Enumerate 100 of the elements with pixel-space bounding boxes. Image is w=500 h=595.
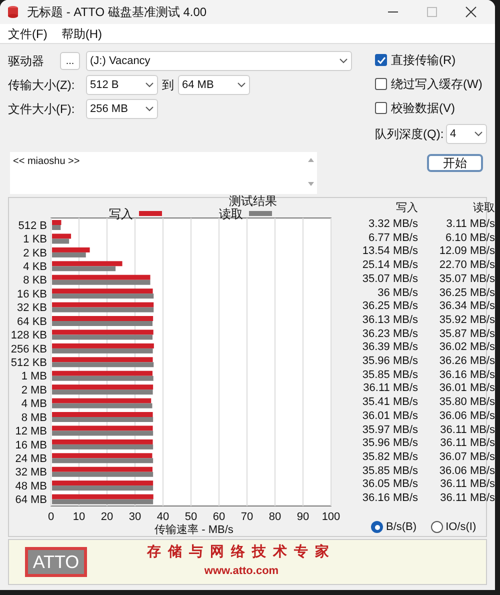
read-bar [52,238,70,244]
table-cell-text: 36.23 MB/s [361,328,419,342]
checkbox[interactable] [375,78,387,90]
legend-swatch [139,211,162,216]
table-cell-text: 35.80 MB/s [438,396,495,410]
category-label: 24 MB [15,453,47,465]
radio-label: IO/s(I) [446,520,476,535]
table-cell-text: 35.07 MB/s [438,272,495,287]
table-cell-text: 35.96 MB/s [361,355,419,369]
close-icon[interactable] [465,6,477,18]
start-button[interactable]: 开始 [427,154,483,172]
radio-button[interactable] [430,521,443,534]
table-cell-text: 36.34 MB/s [438,300,495,314]
table-cell-text: 36.06 MB/s [438,464,495,478]
category-label: 4 MB [21,398,47,410]
category-label: 1 KB [23,234,47,246]
chevron-icon [237,82,246,88]
category-label: 2 MB [21,384,47,396]
chevron-icon [145,106,154,112]
category-label: 4 KB [23,261,47,273]
dropdown[interactable]: 64 MB [178,75,250,95]
axis-tick-label: 0 [48,511,54,523]
results-title: 测试结果 [229,195,277,207]
axis-tick-label: 30 [128,511,142,523]
axis-tick-label: 40 [156,511,170,523]
table-cell-text: 13.54 MB/s [361,245,419,260]
table-cell-text: 35.87 MB/s [438,328,495,342]
browse-button[interactable]: ... [60,52,80,70]
dropdown[interactable]: 256 MB [86,99,158,119]
table-cell-text: 36.02 MB/s [438,341,495,356]
check-icon [376,56,386,64]
table-cell-text: 35.85 MB/s [361,464,419,478]
menu-item[interactable]: 帮助(H) [61,24,102,42]
axis-title: 传输速率 - MB/s [154,525,234,536]
table-cell-text: 35.07 MB/s [361,272,419,287]
table-cell-text: 36.07 MB/s [438,450,495,465]
category-label: 2 KB [23,247,47,260]
table-cell-text: 36.06 MB/s [438,410,495,424]
radio-label: B/s(B) [386,520,417,535]
category-label: 128 KB [10,330,47,342]
table-cell-text: 36.26 MB/s [438,355,495,369]
dropdown[interactable]: 512 B [86,75,158,95]
category-label: 64 KB [17,316,47,328]
table-cell-text: 36.25 MB/s [438,286,495,300]
legend-swatch [249,211,272,216]
category-label: 1 MB [21,370,47,383]
column-header: 读取 [472,201,495,215]
axis-tick-label: 60 [212,511,226,523]
table-cell-text: 36.11 MB/s [439,492,495,506]
category-label: 16 KB [17,288,47,300]
chevron-icon [474,131,483,137]
dropdown[interactable]: (J:) Vacancy [86,51,352,71]
axis-tick-label: 100 [322,511,340,523]
table-cell-text: 35.97 MB/s [361,424,419,438]
window-title: 无标题 - ATTO 磁盘基准测试 4.00 [27,4,208,21]
category-label: 512 KB [10,357,47,369]
category-label: 256 KB [10,343,47,356]
table-cell-text: 3.32 MB/s [367,218,419,232]
category-label: 32 KB [17,302,47,314]
option-label: 直接传输(R) [391,52,456,69]
write-bar [52,220,62,225]
column-header: 写入 [395,201,419,215]
file-size-label: 文件大小(F): [8,101,76,118]
table-cell-text: 36.01 MB/s [438,382,495,396]
category-label: 512 B [18,220,47,232]
menu-item[interactable]: 文件(F) [8,24,48,42]
table-cell-text: 12.09 MB/s [438,245,495,260]
table-cell-text: 36.16 MB/s [438,368,495,382]
option-label: 校验数据(V) [391,100,455,117]
category-label: 32 MB [15,466,47,479]
write-bar [52,247,90,252]
table-cell-text: 36.11 MB/s [439,424,495,438]
description-field[interactable]: << miaoshu >> [10,152,317,194]
axis-tick-label: 80 [268,511,282,523]
table-cell-text: 36 MB/s [376,286,419,300]
transfer-size-label: 传输大小(Z): [8,77,76,94]
table-cell-text: 36.11 MB/s [439,437,495,451]
table-cell-text: 35.82 MB/s [361,450,419,465]
queue-depth-label: 队列深度(Q): [375,126,445,143]
table-cell-text: 6.77 MB/s [367,232,419,246]
radio-button[interactable] [371,521,383,534]
website-link[interactable]: www.atto.com [204,562,279,580]
axis-tick-label: 10 [72,511,86,523]
category-label: 12 MB [15,426,47,438]
category-label: 64 MB [15,494,47,506]
write-bar [52,261,122,266]
axis-tick-label: 20 [100,511,114,523]
category-label: 8 MB [21,412,47,424]
logo: ATTO [25,547,87,577]
table-cell-text: 36.25 MB/s [361,300,419,314]
read-bar [52,252,86,258]
axis-tick-label: 90 [296,511,310,523]
table-cell-text: 36.11 MB/s [362,382,419,396]
table-cell-text: 35.96 MB/s [361,437,419,451]
dropdown[interactable]: 4 [446,124,487,144]
checkbox[interactable] [375,102,387,114]
chevron-icon [339,58,348,64]
table-cell-text: 22.70 MB/s [438,259,495,273]
legend-label: 读取 [219,208,243,220]
checkbox[interactable] [375,54,387,66]
